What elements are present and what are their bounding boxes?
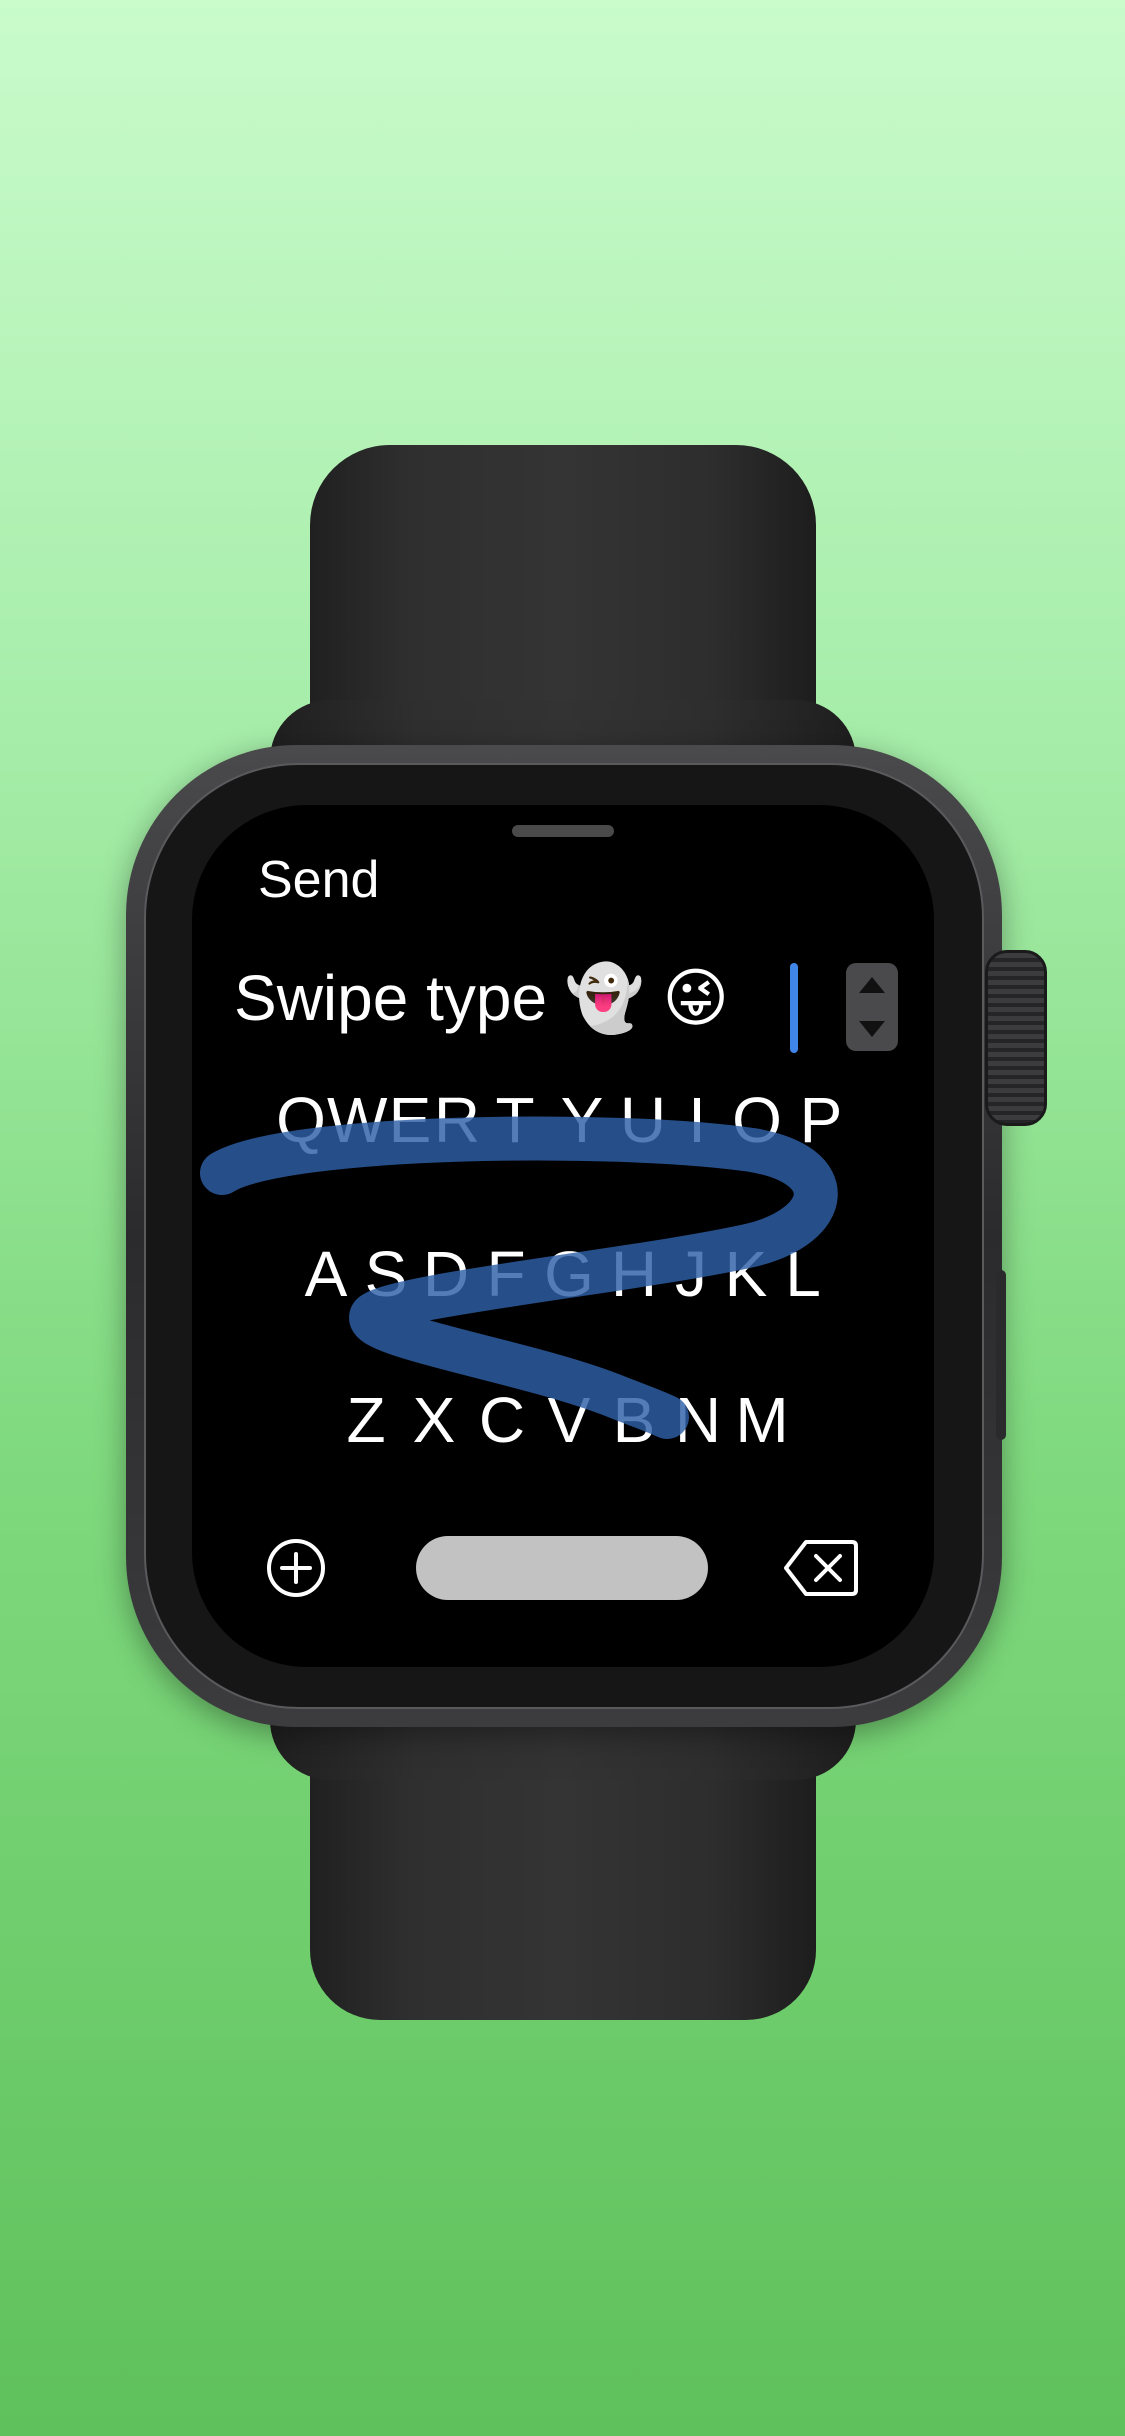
key-x[interactable]: X — [400, 1383, 468, 1457]
key-p[interactable]: P — [791, 1083, 851, 1157]
text-cursor — [790, 963, 798, 1053]
key-n[interactable]: N — [666, 1383, 730, 1457]
key-o[interactable]: O — [723, 1083, 791, 1157]
keyboard-row-1: Q W E R T Y U I O P — [192, 1083, 934, 1157]
key-i[interactable]: I — [671, 1083, 723, 1157]
key-b[interactable]: B — [602, 1383, 666, 1457]
key-s[interactable]: S — [357, 1237, 415, 1311]
key-c[interactable]: C — [468, 1383, 536, 1457]
text-input-field[interactable]: Swipe type 👻 😜 — [234, 958, 729, 1038]
key-u[interactable]: U — [615, 1083, 671, 1157]
chevron-down-icon[interactable] — [859, 1021, 885, 1037]
key-m[interactable]: M — [730, 1383, 794, 1457]
key-j[interactable]: J — [665, 1237, 717, 1311]
key-w[interactable]: W — [327, 1083, 387, 1157]
chevron-up-icon[interactable] — [859, 977, 885, 993]
pull-handle[interactable] — [512, 825, 614, 837]
key-y[interactable]: Y — [549, 1083, 615, 1157]
side-button[interactable] — [996, 1270, 1006, 1440]
up-down-stepper-icon[interactable] — [846, 963, 898, 1051]
plus-circle-icon[interactable] — [266, 1538, 326, 1598]
key-t[interactable]: T — [481, 1083, 549, 1157]
delete-backward-icon[interactable] — [782, 1538, 860, 1598]
key-a[interactable]: A — [295, 1237, 357, 1311]
key-l[interactable]: L — [775, 1237, 831, 1311]
space-bar[interactable] — [416, 1536, 708, 1600]
watch-screen: Send Swipe type 👻 😜 Q W E R T Y U I O P … — [192, 805, 934, 1667]
keyboard-row-3: Z X C V B N M — [192, 1383, 934, 1457]
key-k[interactable]: K — [717, 1237, 775, 1311]
send-button[interactable]: Send — [258, 850, 379, 910]
key-z[interactable]: Z — [332, 1383, 400, 1457]
key-e[interactable]: E — [387, 1083, 433, 1157]
key-d[interactable]: D — [415, 1237, 477, 1311]
key-r[interactable]: R — [433, 1083, 481, 1157]
key-g[interactable]: G — [535, 1237, 603, 1311]
key-q[interactable]: Q — [275, 1083, 327, 1157]
digital-crown[interactable] — [985, 950, 1047, 1126]
key-v[interactable]: V — [536, 1383, 602, 1457]
key-f[interactable]: F — [477, 1237, 535, 1311]
keyboard-row-2: A S D F G H J K L — [192, 1237, 934, 1311]
key-h[interactable]: H — [603, 1237, 665, 1311]
